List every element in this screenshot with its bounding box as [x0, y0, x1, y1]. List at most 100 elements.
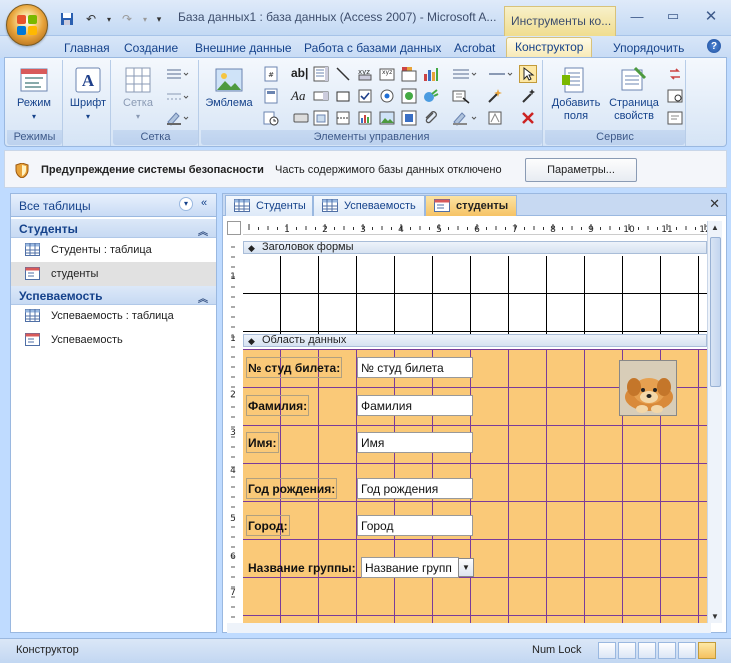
tab-acrobat[interactable]: Acrobat: [446, 39, 503, 58]
doc-tab-students-form[interactable]: студенты: [425, 195, 517, 216]
customize-qat-icon[interactable]: ▾: [152, 9, 166, 29]
tab-control-icon[interactable]: [401, 66, 417, 82]
security-options-button[interactable]: Параметры...: [525, 158, 637, 182]
detail-section-bar[interactable]: ◆ Область данных: [243, 334, 707, 347]
control-group-name[interactable]: Название групп: [361, 557, 459, 578]
label-student-id[interactable]: № студ билета:: [246, 357, 343, 378]
tab-create[interactable]: Создание: [116, 39, 186, 58]
label-icon[interactable]: Aa: [291, 88, 307, 104]
photo-image[interactable]: [619, 360, 677, 416]
save-icon[interactable]: [56, 9, 78, 29]
control-birth-year[interactable]: Год рождения: [357, 478, 473, 499]
pivot-chart-view-icon[interactable]: [658, 642, 676, 659]
control-name[interactable]: Имя: [357, 432, 473, 453]
grid-button[interactable]: Сетка ▾: [115, 64, 161, 124]
line-style-dropdown-icon[interactable]: [487, 66, 515, 82]
doc-tab-students-table[interactable]: Студенты: [225, 195, 313, 216]
rectangle-icon[interactable]: [335, 88, 351, 104]
nav-item-grades-table[interactable]: Успеваемость : таблица: [11, 304, 216, 328]
tab-home[interactable]: Главная: [56, 39, 118, 58]
design-view-icon[interactable]: [698, 642, 716, 659]
line-type-icon[interactable]: [165, 89, 189, 105]
line-icon[interactable]: [335, 66, 351, 82]
option-group-icon[interactable]: xyz: [379, 66, 395, 82]
list-box-icon[interactable]: [313, 66, 329, 82]
text-box-icon[interactable]: ab|: [291, 66, 308, 82]
bound-object-icon[interactable]: [401, 88, 417, 104]
label-birth-year[interactable]: Год рождения:: [246, 478, 338, 499]
attachment-icon[interactable]: [423, 110, 439, 126]
tab-order-icon[interactable]: [667, 66, 683, 82]
minimize-icon[interactable]: —: [620, 5, 654, 27]
pivot-table-view-icon[interactable]: [638, 642, 656, 659]
form-view-icon[interactable]: [598, 642, 616, 659]
doc-tab-grades-table[interactable]: Успеваемость: [313, 195, 425, 216]
label-city[interactable]: Город:: [246, 515, 290, 536]
detail-grid[interactable]: № студ билета: № студ билета Фамилия: Фа…: [243, 349, 707, 623]
nav-item-grades-form[interactable]: Успеваемость: [11, 328, 216, 352]
page-number-icon[interactable]: #: [263, 66, 279, 82]
property-sheet-button[interactable]: Страница свойств: [605, 64, 663, 124]
add-fields-button[interactable]: Добавить поля: [547, 64, 605, 124]
insert-chart-color-icon[interactable]: [423, 66, 439, 82]
tab-arrange[interactable]: Упорядочить: [605, 39, 692, 58]
scroll-down-icon[interactable]: ▼: [711, 612, 719, 621]
nav-pane-header[interactable]: Все таблицы ▾ «: [11, 194, 216, 217]
title-icon[interactable]: [263, 88, 279, 104]
combo-dropdown-icon[interactable]: ▼: [458, 558, 474, 577]
toggle-button-icon[interactable]: xyz: [357, 66, 373, 82]
form-header-section-bar[interactable]: ◆ Заголовок формы: [243, 241, 707, 254]
tab-external-data[interactable]: Внешние данные: [187, 39, 300, 58]
line-thickness-icon[interactable]: [165, 66, 189, 82]
scrollbar-thumb[interactable]: [710, 237, 721, 387]
hyperlink-icon[interactable]: [423, 88, 439, 104]
activex-icon[interactable]: [520, 110, 536, 126]
collapse-pane-icon[interactable]: «: [201, 197, 207, 209]
insert-chart-icon[interactable]: [357, 110, 373, 126]
fill-color-dropdown-icon[interactable]: [451, 110, 479, 126]
control-wizards-icon[interactable]: [520, 88, 536, 104]
tab-design[interactable]: Конструктор: [506, 37, 593, 58]
select-pointer-icon[interactable]: [519, 65, 537, 83]
page-break-icon[interactable]: [335, 110, 351, 126]
special-effect-icon[interactable]: [487, 110, 503, 126]
button-control-icon[interactable]: [293, 110, 309, 126]
unbound-object-icon[interactable]: [401, 110, 417, 126]
label-group-name[interactable]: Название группы:: [246, 557, 358, 578]
control-city[interactable]: Город: [357, 515, 473, 536]
close-document-icon[interactable]: ✕: [709, 196, 720, 212]
subform-icon[interactable]: [313, 110, 329, 126]
view-code-icon[interactable]: [667, 88, 683, 104]
office-button[interactable]: [6, 4, 48, 46]
nav-group-grades[interactable]: Успеваемость ︽: [11, 286, 216, 305]
font-button[interactable]: A Шрифт ▾: [65, 64, 111, 124]
form-header-grid[interactable]: [243, 256, 707, 334]
control-student-id[interactable]: № студ билета: [357, 357, 473, 378]
redo-icon[interactable]: ↷: [116, 9, 138, 29]
horizontal-scrollbar[interactable]: [227, 623, 711, 633]
close-icon[interactable]: ✕: [694, 5, 728, 27]
line-width-dropdown-icon[interactable]: [451, 66, 479, 82]
set-control-defaults-icon[interactable]: [451, 88, 479, 104]
emblem-button[interactable]: Эмблема: [203, 64, 255, 124]
label-surname[interactable]: Фамилия:: [246, 395, 310, 416]
checkbox-icon[interactable]: [357, 88, 373, 104]
date-time-icon[interactable]: [263, 110, 279, 126]
undo-dropdown-icon[interactable]: ▾: [104, 9, 114, 29]
datasheet-view-icon[interactable]: [618, 642, 636, 659]
tab-database-tools[interactable]: Работа с базами данных: [296, 39, 449, 58]
convert-macros-icon[interactable]: [667, 110, 683, 126]
control-wizard-icon[interactable]: [487, 88, 503, 104]
line-color-icon[interactable]: [165, 110, 189, 126]
layout-view-icon[interactable]: [678, 642, 696, 659]
label-name[interactable]: Имя:: [246, 432, 279, 453]
nav-item-students-table[interactable]: Студенты : таблица: [11, 238, 216, 262]
redo-dropdown-icon[interactable]: ▾: [140, 9, 150, 29]
nav-group-students[interactable]: Студенты ︽: [11, 219, 216, 238]
mode-button[interactable]: Режим ▾: [11, 64, 57, 124]
scroll-up-icon[interactable]: ▲: [711, 223, 719, 232]
image-icon[interactable]: [379, 110, 395, 126]
combo-box-icon[interactable]: [313, 88, 329, 104]
help-icon[interactable]: ?: [707, 39, 721, 53]
undo-icon[interactable]: ↶: [80, 9, 102, 29]
